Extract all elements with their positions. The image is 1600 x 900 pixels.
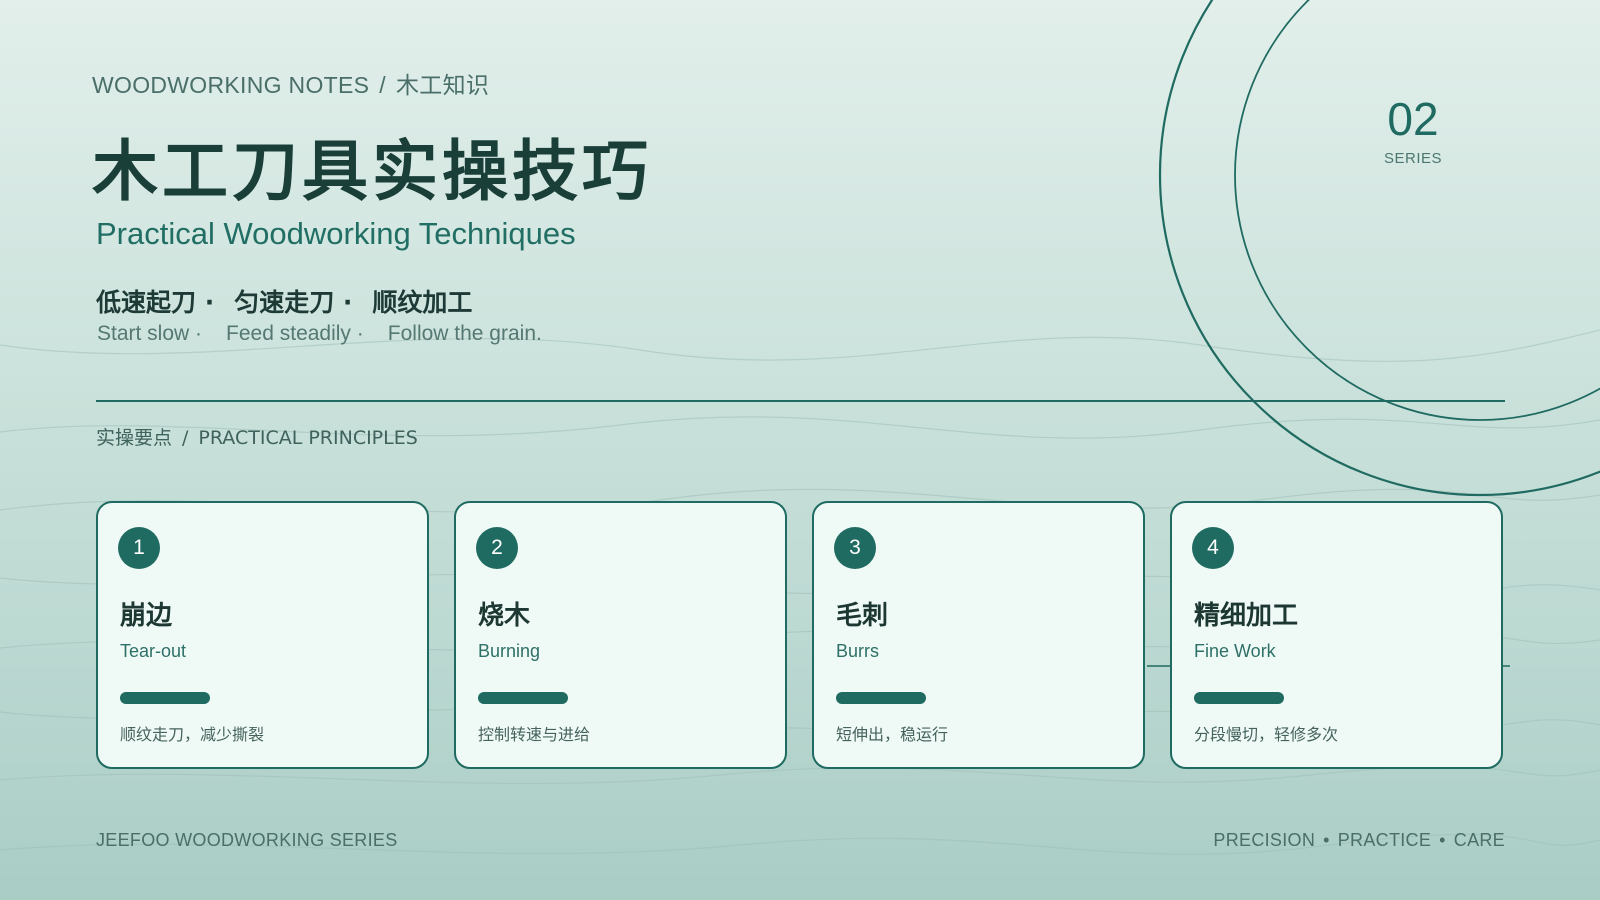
page-title: 木工刀具实操技巧 xyxy=(92,133,652,210)
card-title-en: Burrs xyxy=(836,641,880,661)
card-title-cn: 崩边 xyxy=(120,601,173,631)
card-accent-bar xyxy=(478,692,568,704)
card-title-en: Burning xyxy=(478,641,541,661)
card-title-cn: 烧木 xyxy=(478,601,531,631)
motto-cn-item: 低速起刀 · xyxy=(96,288,215,317)
card-number-badge: 1 xyxy=(118,527,160,569)
footer-tagline: PRECISION • PRACTICE • CARE xyxy=(1213,830,1505,851)
footer-series-name: JEEFOO WOODWORKING SERIES xyxy=(96,830,398,850)
card-title-en: Fine Work xyxy=(1194,641,1276,661)
footer-bullet: • xyxy=(1323,830,1330,850)
card-accent-bar xyxy=(1194,692,1284,704)
motto-cn-item: 匀速走刀 · xyxy=(234,288,353,317)
card-number-badge: 3 xyxy=(834,527,876,569)
footer-tag: PRACTICE xyxy=(1337,830,1432,850)
tip-card-burrs: 3 毛刺 Burrs 短伸出，稳运行 xyxy=(812,501,1145,769)
card-accent-bar xyxy=(836,692,926,704)
card-description: 短伸出，稳运行 xyxy=(836,725,949,744)
card-accent-bar xyxy=(120,692,210,704)
motto-en-item: Follow the grain. xyxy=(387,322,542,345)
card-description: 分段慢切，轻修多次 xyxy=(1194,725,1339,744)
card-title-en: Tear-out xyxy=(120,641,187,661)
card-number-badge: 2 xyxy=(476,527,518,569)
series-number: 02 xyxy=(1387,93,1439,145)
kicker-en: WOODWORKING NOTES xyxy=(92,72,370,98)
tip-card-fine-work: 4 精细加工 Fine Work 分段慢切，轻修多次 xyxy=(1170,501,1503,769)
motto-en: Start slow · Feed steadily · Follow the gr… xyxy=(97,322,566,346)
series-label: SERIES xyxy=(1383,150,1443,167)
tip-card-tear-out: 1 崩边 Tear-out 顺纹走刀，减少撕裂 xyxy=(96,501,429,769)
card-title-cn: 精细加工 xyxy=(1194,601,1299,631)
motto-cn-item: 顺纹加工 xyxy=(372,288,473,317)
footer-tag: PRECISION xyxy=(1213,830,1316,850)
footer-tag: CARE xyxy=(1453,830,1505,850)
decorative-rings xyxy=(1158,0,1600,497)
page-kicker: WOODWORKING NOTES / 木工知识 xyxy=(92,66,489,100)
card-description: 顺纹走刀，减少撕裂 xyxy=(120,725,265,744)
motto-en-item: Feed steadily · xyxy=(226,322,364,345)
section-divider xyxy=(96,400,1505,402)
card-number-badge: 4 xyxy=(1192,527,1234,569)
kicker-separator: / xyxy=(379,72,386,98)
section-title-cn: 实操要点 xyxy=(96,427,173,449)
footer-bullet: • xyxy=(1439,830,1446,850)
section-title-en: PRACTICAL PRINCIPLES xyxy=(198,427,418,449)
card-description: 控制转速与进给 xyxy=(478,725,591,744)
section-title-separator: / xyxy=(182,427,189,449)
section-title: 实操要点 / PRACTICAL PRINCIPLES xyxy=(96,423,418,450)
kicker-cn: 木工知识 xyxy=(395,72,490,98)
card-title-cn: 毛刺 xyxy=(836,601,889,631)
motto-en-item: Start slow · xyxy=(97,322,203,345)
tip-card-burning: 2 烧木 Burning 控制转速与进给 xyxy=(454,501,787,769)
motto-cn: 低速起刀 · 匀速走刀 · 顺纹加工 xyxy=(96,283,492,319)
page-subtitle: Practical Woodworking Techniques xyxy=(96,216,576,251)
